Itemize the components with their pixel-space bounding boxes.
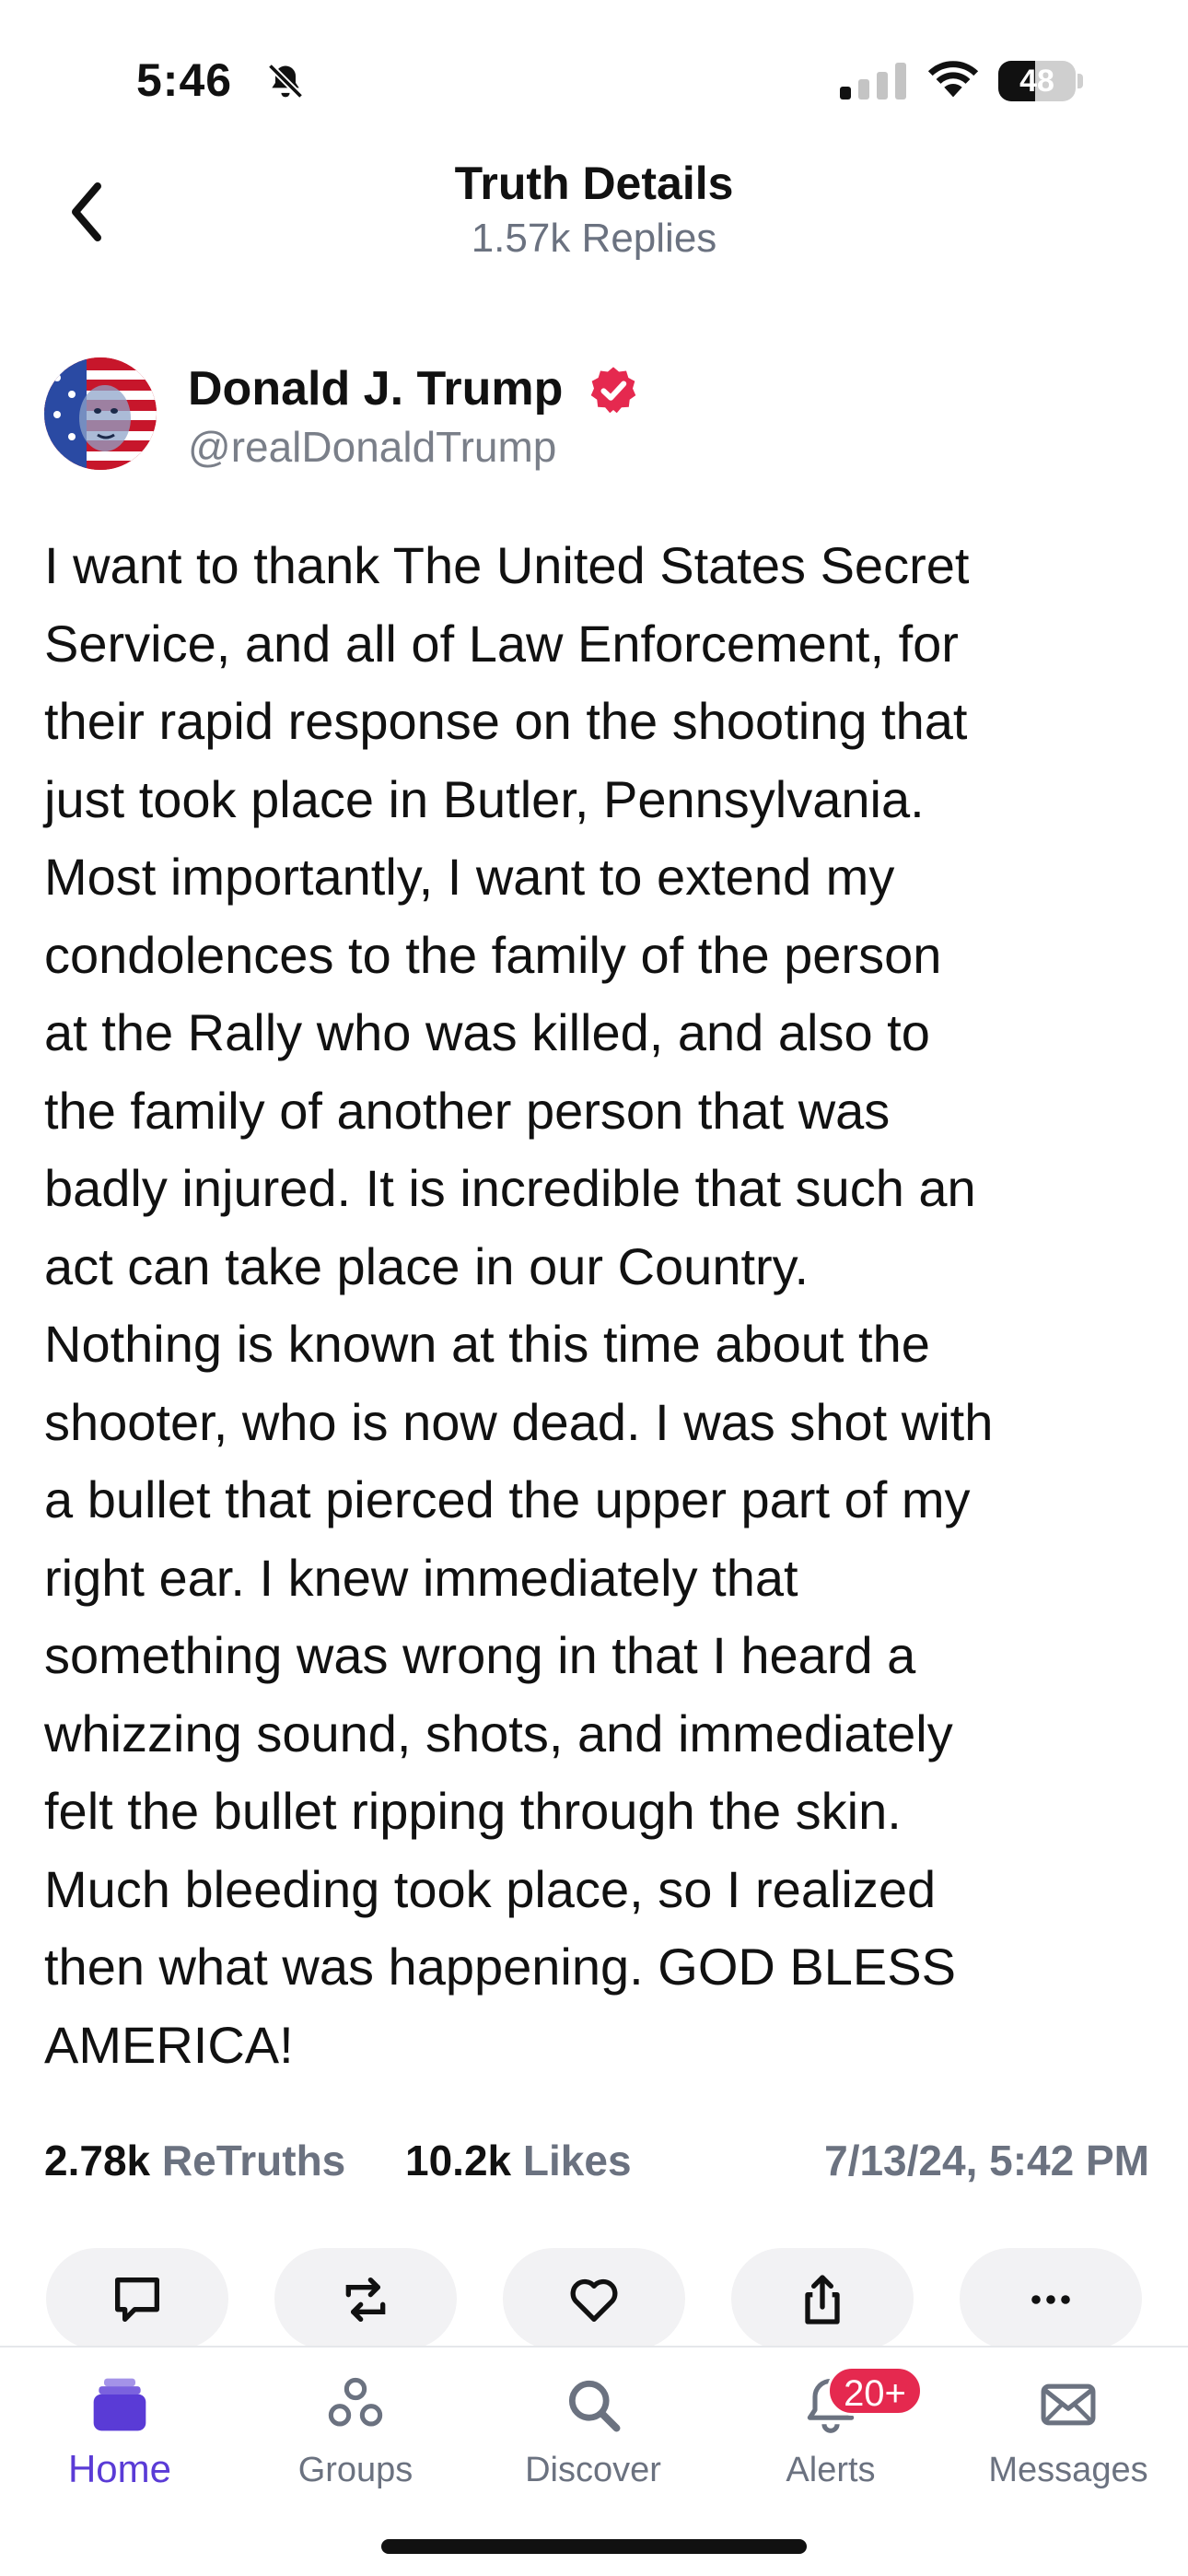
author-name[interactable]: Donald J. Trump <box>188 361 563 416</box>
verified-badge-icon <box>590 367 636 414</box>
reply-icon <box>115 2277 159 2322</box>
page-title: Truth Details <box>454 158 734 209</box>
author-handle[interactable]: @realDonaldTrump <box>188 422 556 472</box>
cellular-signal-icon <box>840 63 906 100</box>
bell-slash-icon <box>267 63 304 100</box>
header: Truth Details 1.57k Replies <box>0 147 1188 276</box>
like-button[interactable] <box>503 2248 685 2349</box>
retruths-count: 2.78k <box>44 2137 151 2184</box>
home-icon <box>93 2378 146 2431</box>
reply-button[interactable] <box>46 2248 228 2349</box>
alerts-badge: 20+ <box>827 2366 923 2416</box>
battery-level: 48 <box>1019 64 1054 99</box>
tab-alerts-label: Alerts <box>786 2451 876 2489</box>
replies-count[interactable]: 1.57k Replies <box>0 216 1188 262</box>
tab-discover-label: Discover <box>525 2451 661 2489</box>
retruths-label: ReTruths <box>161 2137 346 2184</box>
likes-stat[interactable]: 10.2k Likes <box>405 2136 632 2185</box>
home-indicator[interactable] <box>381 2539 807 2554</box>
heart-icon <box>570 2278 618 2322</box>
likes-label: Likes <box>522 2137 632 2184</box>
post-body: I want to thank The United States Secret… <box>44 536 994 2074</box>
tab-home[interactable]: Home <box>28 2366 212 2504</box>
action-bar <box>46 2248 1142 2349</box>
status-bar: 5:46 48 <box>0 0 1188 147</box>
likes-count: 10.2k <box>405 2137 512 2184</box>
tab-messages[interactable]: Messages <box>976 2366 1160 2504</box>
tab-alerts[interactable]: 20+ Alerts <box>739 2366 923 2504</box>
post-timestamp: 7/13/24, 5:42 PM <box>824 2137 1149 2184</box>
tab-home-label: Home <box>67 2447 172 2490</box>
more-button[interactable] <box>960 2248 1142 2349</box>
avatar[interactable] <box>44 357 157 470</box>
post-stats: 2.78k ReTruths 10.2k Likes 7/13/24, 5:42… <box>44 2136 1149 2196</box>
retruths-stat[interactable]: 2.78k ReTruths <box>44 2136 345 2185</box>
tab-discover[interactable]: Discover <box>501 2366 685 2504</box>
battery-icon: 48 <box>998 61 1083 101</box>
tab-groups[interactable]: Groups <box>263 2366 448 2504</box>
more-icon <box>1031 2295 1070 2304</box>
tab-messages-label: Messages <box>988 2451 1148 2489</box>
groups-icon <box>328 2377 383 2427</box>
wifi-icon <box>927 61 979 98</box>
envelope-icon <box>1041 2383 1096 2426</box>
search-icon <box>568 2380 621 2432</box>
share-icon <box>805 2275 840 2324</box>
retruth-button[interactable] <box>274 2248 457 2349</box>
tab-groups-label: Groups <box>297 2451 413 2489</box>
retruth-icon <box>345 2277 386 2322</box>
share-button[interactable] <box>731 2248 914 2349</box>
status-time: 5:46 <box>136 54 233 106</box>
